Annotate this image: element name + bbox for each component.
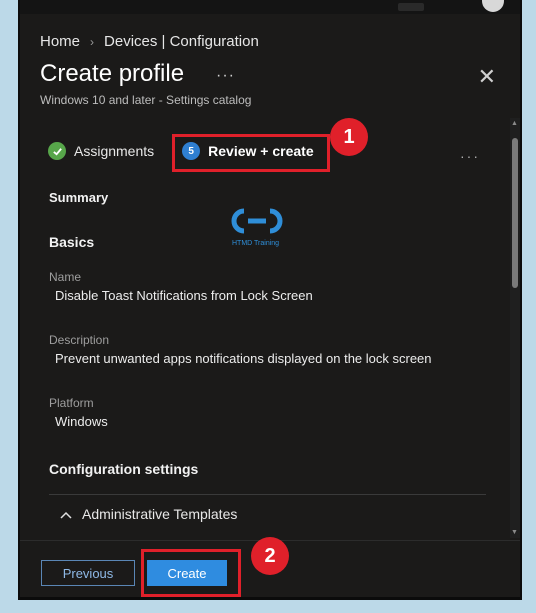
highlight-box-review-create [172, 134, 330, 172]
tabs-more-icon[interactable]: ··· [460, 148, 480, 164]
administrative-templates-toggle[interactable]: Administrative Templates [60, 506, 237, 522]
platform-label: Platform [49, 396, 94, 410]
breadcrumb-home[interactable]: Home [40, 33, 80, 50]
highlight-box-create [141, 549, 241, 597]
checkmark-icon [48, 142, 66, 160]
breadcrumb-devices-configuration[interactable]: Devices | Configuration [104, 33, 259, 50]
configuration-settings-heading: Configuration settings [49, 461, 199, 477]
basics-heading: Basics [49, 234, 95, 250]
chevron-up-icon [60, 506, 72, 522]
page-title: Create profile [40, 60, 185, 87]
name-label: Name [49, 270, 82, 284]
toolbar-chip [398, 3, 424, 11]
create-profile-panel: Home › Devices | Configuration Create pr… [18, 0, 522, 600]
avatar[interactable] [482, 0, 504, 12]
more-options-icon[interactable]: ··· [216, 67, 235, 85]
scroll-up-icon[interactable]: ▲ [511, 120, 518, 127]
platform-value: Windows [55, 414, 108, 429]
annotation-badge-1: 1 [330, 118, 368, 156]
tab-assignments[interactable]: Assignments [48, 142, 154, 160]
previous-button[interactable]: Previous [41, 560, 135, 586]
breadcrumb: Home › Devices | Configuration [40, 33, 259, 50]
watermark-text: HTMD Training [232, 240, 280, 247]
htmd-logo-icon [228, 205, 286, 242]
annotation-badge-2: 2 [251, 537, 289, 575]
administrative-templates-label: Administrative Templates [82, 506, 238, 522]
top-strip [20, 0, 520, 14]
name-value: Disable Toast Notifications from Lock Sc… [55, 288, 313, 303]
divider [49, 494, 486, 495]
close-icon[interactable]: ✕ [478, 64, 496, 90]
page-subtitle: Windows 10 and later - Settings catalog [40, 93, 252, 107]
tab-assignments-label: Assignments [74, 143, 155, 159]
description-value: Prevent unwanted apps notifications disp… [55, 351, 432, 366]
chevron-right-icon: › [90, 34, 95, 49]
vertical-scrollbar[interactable]: ▲ ▼ [510, 118, 520, 538]
scroll-down-icon[interactable]: ▼ [511, 529, 518, 536]
scrollbar-thumb[interactable] [512, 138, 518, 288]
summary-heading: Summary [49, 190, 109, 205]
description-label: Description [49, 333, 110, 347]
